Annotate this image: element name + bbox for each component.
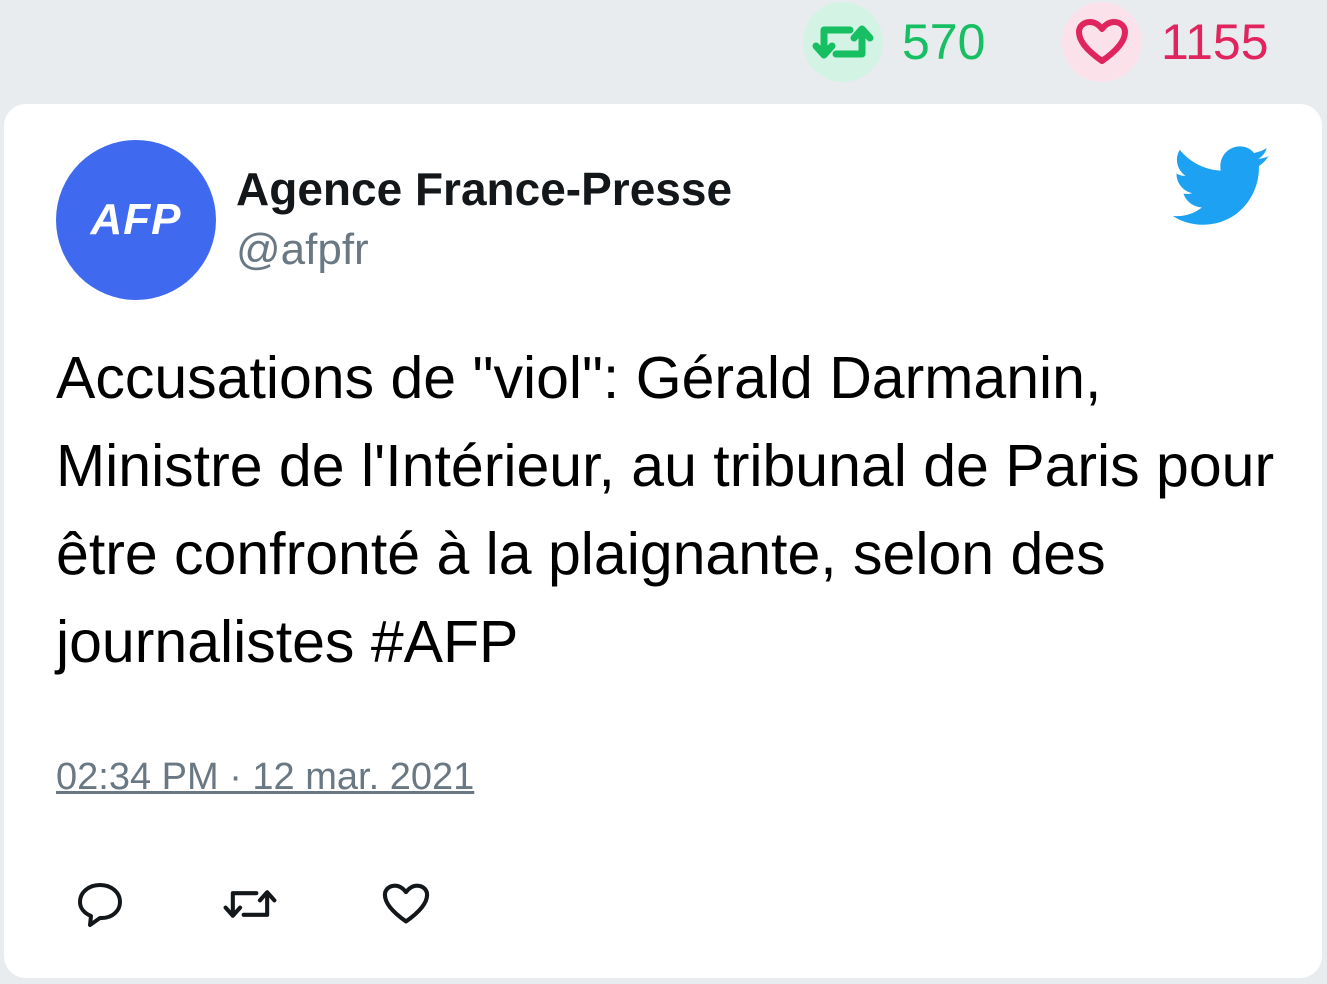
retweet-button[interactable]: [222, 876, 278, 932]
reply-icon: [78, 883, 122, 927]
retweet-stat-icon-circle: [803, 2, 883, 82]
retweet-icon: [812, 25, 874, 59]
avatar-logo-text: AFP: [90, 195, 182, 244]
heart-icon: [1076, 19, 1128, 64]
like-button[interactable]: [378, 876, 434, 932]
retweet-stat[interactable]: 570: [803, 2, 985, 82]
tweet-stats-bar: 570 1155: [0, 0, 1327, 100]
author-handle[interactable]: @afpfr: [236, 225, 369, 275]
twitter-bird-icon[interactable]: [1172, 146, 1272, 228]
avatar[interactable]: AFP: [56, 140, 216, 300]
tweet-card: AFP Agence France-Presse @afpfr Accusati…: [4, 104, 1322, 978]
like-stat-icon-circle: [1062, 2, 1142, 82]
author-name[interactable]: Agence France-Presse: [236, 162, 732, 216]
like-count: 1155: [1161, 14, 1269, 70]
heart-icon: [382, 883, 430, 924]
tweet-text: Accusations de "viol": Gérald Darmanin, …: [56, 345, 1275, 675]
reply-button[interactable]: [72, 876, 128, 932]
retweet-count: 570: [902, 14, 986, 70]
tweet-timestamp-link[interactable]: 02:34 PM · 12 mar. 2021: [56, 756, 474, 799]
like-stat[interactable]: 1155: [1062, 2, 1269, 82]
retweet-icon: [223, 890, 277, 918]
